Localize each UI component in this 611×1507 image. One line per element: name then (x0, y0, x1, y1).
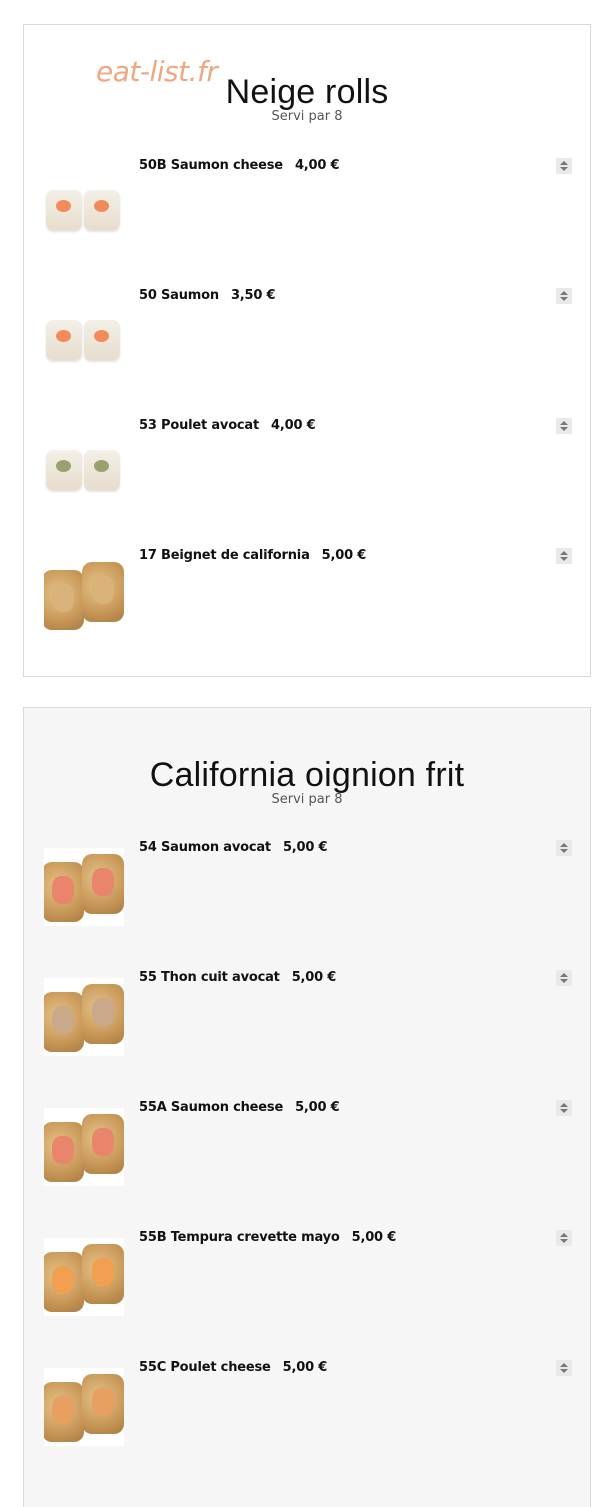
item-name: 55A Saumon cheese (139, 1100, 284, 1115)
item-name: 17 Beignet de california (139, 548, 310, 563)
increment-arrow-icon[interactable] (560, 291, 568, 295)
item-price: 4,00 € (271, 418, 316, 433)
quantity-stepper[interactable] (556, 1360, 572, 1376)
menu-item: 50 Saumon 3,50 € (44, 288, 572, 378)
menu-item: 53 Poulet avocat 4,00 € (44, 418, 572, 508)
item-price: 5,00 € (282, 840, 328, 855)
increment-arrow-icon[interactable] (560, 421, 568, 425)
decrement-arrow-icon[interactable] (560, 1109, 568, 1113)
section-subtitle: Servi par 8 (271, 109, 343, 124)
roll-salmon-avocado-image (44, 848, 124, 926)
roll-salmon-cheese-crisp-image (44, 1108, 124, 1186)
increment-arrow-icon[interactable] (560, 843, 568, 847)
quantity-stepper[interactable] (556, 1100, 572, 1116)
item-label: 55 Thon cuit avocat 5,00 € (139, 970, 336, 985)
item-label: 50B Saumon cheese 4,00 € (139, 158, 340, 173)
increment-arrow-icon[interactable] (560, 1363, 568, 1367)
item-label: 55C Poulet cheese 5,00 € (139, 1360, 327, 1375)
roll-fried-california-image (44, 556, 124, 634)
item-label: 53 Poulet avocat 4,00 € (139, 418, 316, 433)
roll-salmon-image (44, 296, 124, 374)
decrement-arrow-icon[interactable] (560, 427, 568, 431)
item-price: 5,00 € (291, 970, 337, 985)
quantity-stepper[interactable] (556, 548, 572, 564)
section-subtitle: Servi par 8 (271, 792, 343, 807)
item-label: 54 Saumon avocat 5,00 € (139, 840, 328, 855)
increment-arrow-icon[interactable] (560, 161, 568, 165)
item-price: 5,00 € (351, 1230, 397, 1245)
quantity-stepper[interactable] (556, 1230, 572, 1246)
decrement-arrow-icon[interactable] (560, 1369, 568, 1373)
quantity-stepper[interactable] (556, 288, 572, 304)
item-price: 5,00 € (295, 1100, 340, 1115)
decrement-arrow-icon[interactable] (560, 979, 568, 983)
decrement-arrow-icon[interactable] (560, 1239, 568, 1243)
watermark-logo: eat-list.fr (96, 55, 218, 88)
item-label: 55B Tempura crevette mayo 5,00 € (139, 1230, 396, 1245)
increment-arrow-icon[interactable] (560, 973, 568, 977)
section-california-oignion-frit: California oignion frit Servi par 8 54 S… (23, 707, 591, 1507)
item-name: 55B Tempura crevette mayo (139, 1230, 340, 1245)
item-name: 55C Poulet cheese (139, 1360, 271, 1375)
quantity-stepper[interactable] (556, 840, 572, 856)
item-name: 50B Saumon cheese (139, 158, 283, 173)
decrement-arrow-icon[interactable] (560, 849, 568, 853)
item-price: 4,00 € (294, 158, 340, 173)
roll-salmon-cheese-image (44, 166, 124, 244)
decrement-arrow-icon[interactable] (560, 167, 568, 171)
roll-chicken-avocado-image (44, 426, 124, 504)
quantity-stepper[interactable] (556, 418, 572, 434)
item-price: 5,00 € (321, 548, 367, 563)
item-label: 17 Beignet de california 5,00 € (139, 548, 366, 563)
item-name: 55 Thon cuit avocat (139, 970, 280, 985)
roll-shrimp-tempura-image (44, 1238, 124, 1316)
increment-arrow-icon[interactable] (560, 1103, 568, 1107)
roll-chicken-cheese-image (44, 1368, 124, 1446)
item-name: 54 Saumon avocat (139, 840, 271, 855)
menu-item: 55 Thon cuit avocat 5,00 € (44, 970, 572, 1060)
item-price: 3,50 € (230, 288, 276, 303)
decrement-arrow-icon[interactable] (560, 557, 568, 561)
quantity-stepper[interactable] (556, 970, 572, 986)
roll-tuna-avocado-image (44, 978, 124, 1056)
menu-item: 55A Saumon cheese 5,00 € (44, 1100, 572, 1190)
menu-item: 17 Beignet de california 5,00 € (44, 548, 572, 638)
increment-arrow-icon[interactable] (560, 551, 568, 555)
item-name: 50 Saumon (139, 288, 219, 303)
item-price: 5,00 € (282, 1360, 328, 1375)
menu-item: 55C Poulet cheese 5,00 € (44, 1360, 572, 1450)
item-name: 53 Poulet avocat (139, 418, 260, 433)
item-label: 55A Saumon cheese 5,00 € (139, 1100, 340, 1115)
menu-item: 55B Tempura crevette mayo 5,00 € (44, 1230, 572, 1320)
menu-item: 54 Saumon avocat 5,00 € (44, 840, 572, 930)
quantity-stepper[interactable] (556, 158, 572, 174)
decrement-arrow-icon[interactable] (560, 297, 568, 301)
menu-item: 50B Saumon cheese 4,00 € (44, 158, 572, 248)
section-neige-rolls: Neige rolls Servi par 8 50B Saumon chees… (23, 24, 591, 677)
section-title: California oignion frit (149, 756, 465, 794)
item-label: 50 Saumon 3,50 € (139, 288, 276, 303)
increment-arrow-icon[interactable] (560, 1233, 568, 1237)
